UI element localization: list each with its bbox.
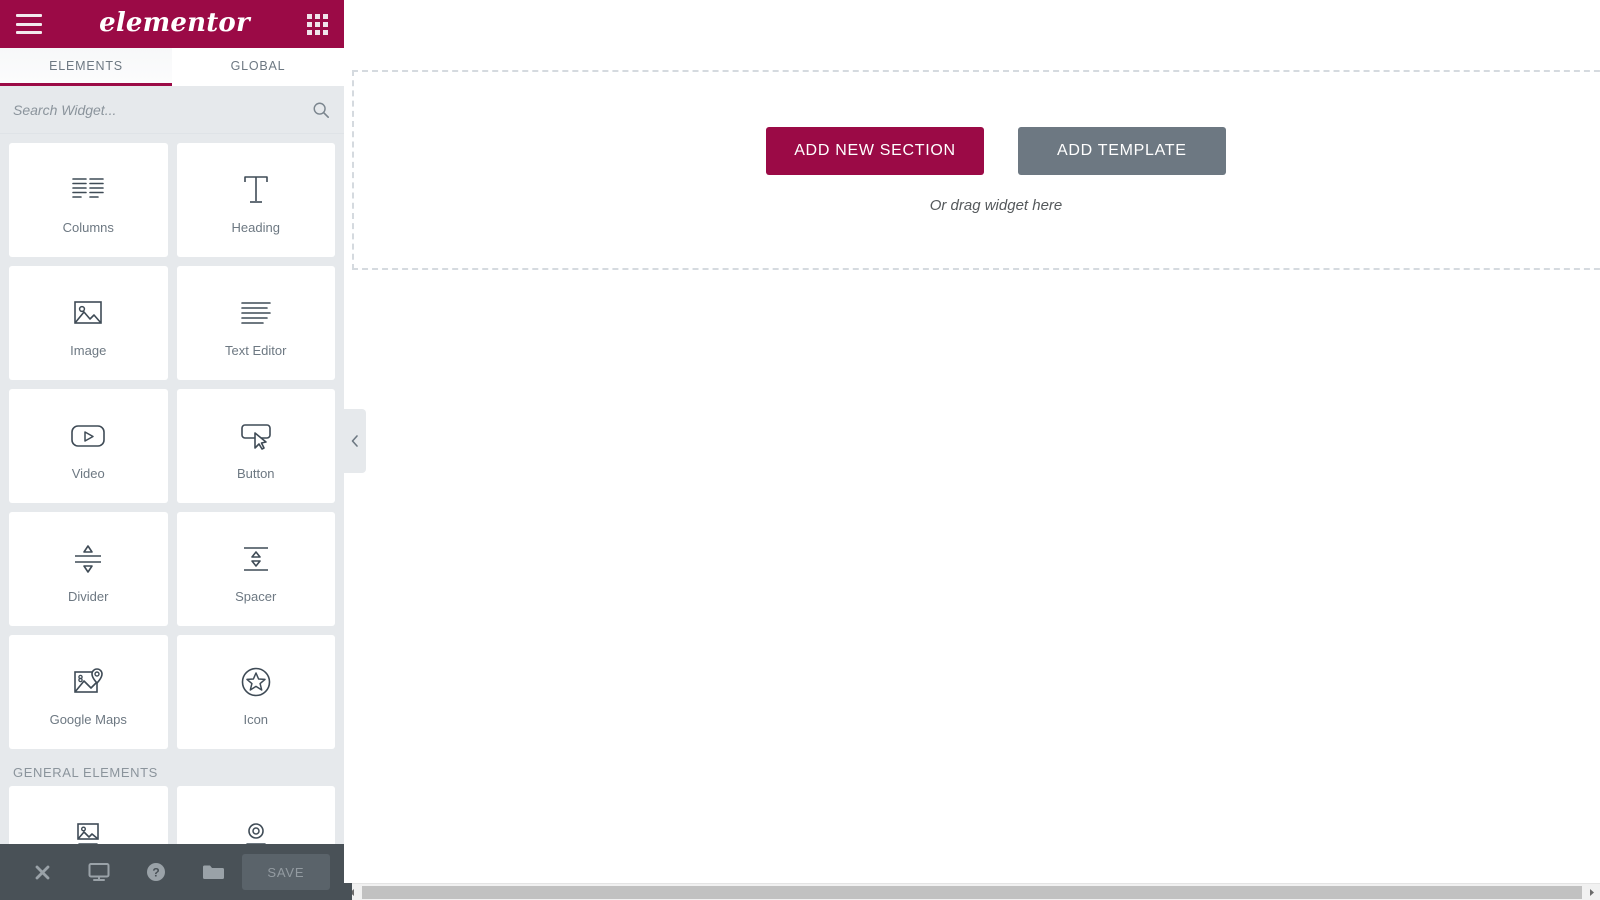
- divider-icon: [71, 535, 105, 583]
- scrollbar-left-gap: [344, 883, 352, 900]
- close-x-icon[interactable]: [14, 844, 71, 900]
- tab-global[interactable]: GLOBAL: [172, 48, 344, 86]
- widget-list[interactable]: Columns Heading Image Text Editor Video …: [0, 134, 344, 844]
- widget-label: Heading: [231, 219, 280, 235]
- widget-divider[interactable]: Divider: [9, 512, 168, 626]
- add-template-button[interactable]: ADD TEMPLATE: [1017, 126, 1226, 175]
- widget-label: Video: [71, 465, 105, 481]
- desktop-icon[interactable]: [71, 844, 128, 900]
- save-button[interactable]: SAVE: [241, 854, 331, 890]
- widget-label: Divider: [68, 588, 109, 604]
- add-new-section-button[interactable]: ADD NEW SECTION: [766, 126, 984, 175]
- heading-t-icon: [239, 166, 273, 214]
- panel-footer: ? SAVE: [0, 844, 344, 900]
- elementor-logo: elementor: [99, 8, 250, 38]
- widget-grid-basic: Columns Heading Image Text Editor Video …: [9, 134, 335, 749]
- text-lines-icon: [239, 289, 273, 337]
- video-play-icon: [69, 412, 107, 460]
- widget-label: Icon: [243, 711, 269, 727]
- folder-icon[interactable]: [185, 844, 242, 900]
- map-pin-icon: [71, 658, 105, 706]
- canvas-horizontal-scrollbar[interactable]: [344, 883, 1600, 900]
- drag-widget-hint: Or drag widget here: [929, 196, 1063, 214]
- button-cursor-icon: [237, 412, 275, 460]
- section-heading-general-elements: GENERAL ELEMENTS: [13, 765, 158, 780]
- widget-text-editor[interactable]: Text Editor: [176, 266, 335, 380]
- star-circle-icon: [239, 658, 273, 706]
- editor-panel: elementor ELEMENTS GLOBAL Search Widget.…: [0, 0, 344, 900]
- canvas-content: ADD NEW SECTION ADD TEMPLATE Or drag wid…: [344, 0, 1600, 900]
- scrollbar-thumb[interactable]: [362, 885, 1582, 899]
- widget-image-box[interactable]: [9, 786, 168, 844]
- image-box-icon: [71, 816, 105, 844]
- widget-google-maps[interactable]: Google Maps: [9, 635, 168, 749]
- svg-text:?: ?: [153, 866, 160, 880]
- chevron-left-icon: [351, 435, 358, 447]
- widget-columns[interactable]: Columns: [9, 143, 168, 257]
- widget-label: Text Editor: [225, 342, 287, 358]
- widget-grid-general: [9, 786, 335, 844]
- widget-spacer[interactable]: Spacer: [176, 512, 335, 626]
- panel-collapse-handle[interactable]: [344, 409, 366, 473]
- grid-apps-icon[interactable]: [307, 13, 328, 35]
- widget-button[interactable]: Button: [176, 389, 335, 503]
- widget-label: Columns: [62, 219, 114, 235]
- widget-label: Button: [236, 465, 275, 481]
- scrollbar-right-arrow-icon[interactable]: [1583, 884, 1600, 900]
- hamburger-icon[interactable]: [16, 14, 42, 34]
- widget-label: Image: [70, 342, 107, 358]
- spacer-icon: [239, 535, 273, 583]
- question-circle-icon[interactable]: ?: [128, 844, 185, 900]
- panel-header: elementor: [0, 0, 344, 48]
- icon-box-icon: [239, 816, 273, 844]
- widget-label: Google Maps: [49, 711, 127, 727]
- panel-tabs: ELEMENTS GLOBAL: [0, 48, 344, 86]
- widget-icon[interactable]: Icon: [176, 635, 335, 749]
- widget-heading[interactable]: Heading: [176, 143, 335, 257]
- search-input[interactable]: [13, 101, 312, 118]
- elementor-editor: ADD NEW SECTION ADD TEMPLATE Or drag wid…: [0, 0, 1600, 900]
- tab-elements[interactable]: ELEMENTS: [0, 48, 172, 86]
- widget-image[interactable]: Image: [9, 266, 168, 380]
- columns-icon: [71, 166, 105, 214]
- empty-section-placeholder[interactable]: ADD NEW SECTION ADD TEMPLATE Or drag wid…: [352, 70, 1600, 270]
- widget-icon-box[interactable]: [176, 786, 335, 844]
- editor-canvas[interactable]: ADD NEW SECTION ADD TEMPLATE Or drag wid…: [344, 0, 1600, 900]
- search-widget-row[interactable]: [0, 86, 344, 134]
- search-icon[interactable]: [312, 101, 330, 119]
- widget-video[interactable]: Video: [9, 389, 168, 503]
- section-action-buttons: ADD NEW SECTION ADD TEMPLATE: [766, 126, 1226, 175]
- widget-label: Spacer: [235, 588, 277, 604]
- image-icon: [71, 289, 105, 337]
